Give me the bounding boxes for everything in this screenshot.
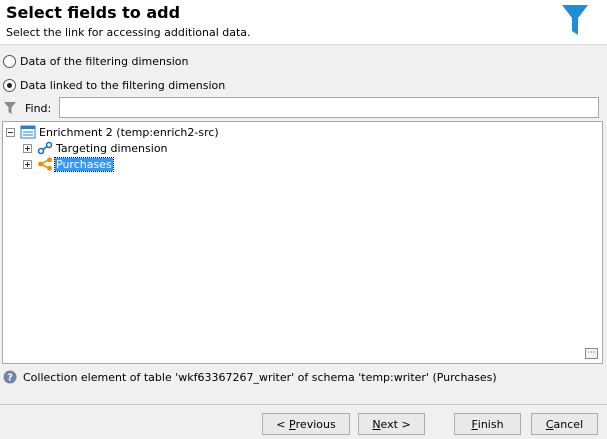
svg-text:?: ? xyxy=(7,373,13,384)
cancel-button[interactable]: Cancel xyxy=(531,413,598,435)
help-icon: ? xyxy=(3,370,17,384)
tree-root[interactable]: Enrichment 2 (temp:enrich2-src) xyxy=(6,124,220,140)
previous-button[interactable]: < Previous xyxy=(262,413,350,435)
finish-button[interactable]: Finish xyxy=(454,413,521,435)
tree-root-label: Enrichment 2 (temp:enrich2-src) xyxy=(39,125,219,139)
tree-panel[interactable]: Enrichment 2 (temp:enrich2-src) Targetin… xyxy=(2,121,603,364)
tree-item-purchases[interactable]: Purchases xyxy=(23,156,114,172)
filter-icon xyxy=(4,102,16,114)
collection-link-icon xyxy=(38,157,52,171)
tree-item-targeting-dimension[interactable]: Targeting dimension xyxy=(23,140,169,156)
button-label: revious xyxy=(295,417,336,431)
next-button[interactable]: Next > xyxy=(358,413,425,435)
radio-linked-dimension[interactable]: Data linked to the filtering dimension xyxy=(3,77,225,93)
radio-label: Data linked to the filtering dimension xyxy=(20,78,226,92)
button-label-prefix: < xyxy=(276,417,290,431)
radio-button-checked[interactable] xyxy=(3,78,16,92)
button-accelerator: N xyxy=(372,417,381,431)
find-label: Find: xyxy=(25,101,52,115)
radio-filtering-dimension[interactable]: Data of the filtering dimension xyxy=(3,53,189,69)
info-row: ? Collection element of table 'wkf633672… xyxy=(3,368,497,386)
expand-icon[interactable] xyxy=(23,143,32,153)
info-text: Collection element of table 'wkf63367267… xyxy=(23,370,497,384)
collapse-icon[interactable] xyxy=(6,127,15,137)
filter-icon xyxy=(562,5,588,35)
dialog-header: Select fields to add Select the link for… xyxy=(0,0,607,45)
button-label: ancel xyxy=(553,417,584,431)
radio-button[interactable] xyxy=(3,54,16,68)
tree-item-label-selected: Purchases xyxy=(54,156,114,172)
button-label: inish xyxy=(477,417,504,431)
button-accelerator: C xyxy=(545,417,554,431)
dialog-subtitle: Select the link for accessing additional… xyxy=(6,26,251,39)
schema-list-icon xyxy=(20,125,36,139)
link-icon xyxy=(37,141,53,155)
button-label: ext > xyxy=(380,417,411,431)
find-row: Find: xyxy=(3,98,57,118)
expand-icon[interactable] xyxy=(23,159,32,169)
dialog-title: Select fields to add xyxy=(6,3,181,22)
footer-divider xyxy=(0,404,607,405)
more-options-button[interactable]: ··· xyxy=(585,348,598,359)
radio-label: Data of the filtering dimension xyxy=(20,54,189,68)
find-input[interactable] xyxy=(59,97,599,118)
button-accelerator: P xyxy=(289,417,296,431)
tree-item-label: Targeting dimension xyxy=(56,141,168,155)
